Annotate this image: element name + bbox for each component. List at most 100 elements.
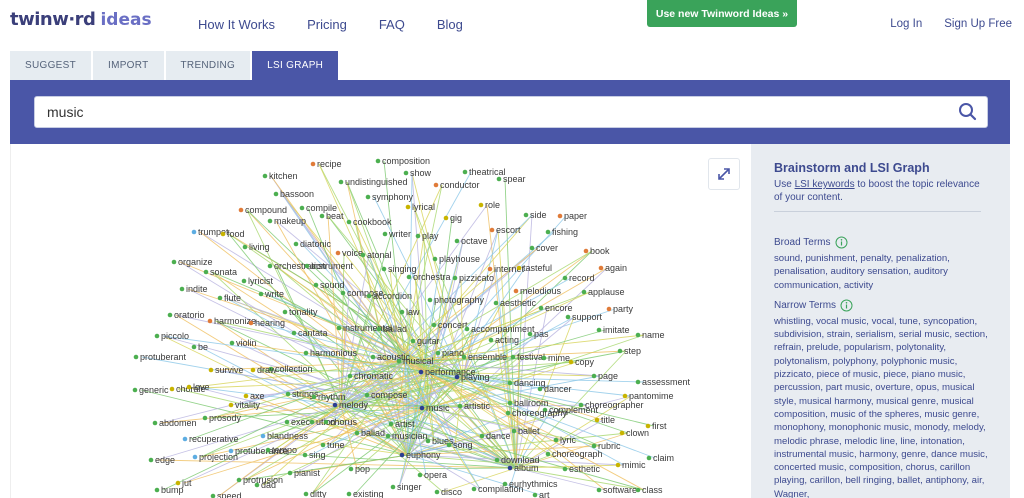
graph-node-label[interactable]: cover [536,243,558,253]
graph-canvas[interactable]: composition recipe show theatrical kitchen un… [11,144,751,498]
graph-node-dot[interactable] [496,176,502,182]
search-input[interactable] [34,96,988,128]
graph-node-label[interactable]: role [485,200,500,210]
graph-node-dot[interactable] [545,451,551,457]
graph-node-dot[interactable] [191,229,197,235]
graph-node-dot[interactable] [293,241,299,247]
graph-node-label[interactable]: melodious [520,286,562,296]
graph-node[interactable]: accompaniment [464,324,535,334]
graph-node[interactable]: side [523,210,547,220]
graph-node-dot[interactable] [303,350,309,356]
graph-node-dot[interactable] [553,437,559,443]
graph-node[interactable]: applause [581,287,625,297]
graph-node-dot[interactable] [258,291,264,297]
graph-node-dot[interactable] [284,419,290,425]
graph-node-dot[interactable] [366,293,372,299]
graph-node[interactable]: pop [348,464,370,474]
graph-node-label[interactable]: blandness [267,431,309,441]
graph-node-label[interactable]: love [193,382,210,392]
graph-node-label[interactable]: survive [215,365,244,375]
graph-node-dot[interactable] [338,179,344,185]
graph-node-dot[interactable] [229,340,235,346]
graph-node-label[interactable]: prosody [209,413,242,423]
graph-node-dot[interactable] [606,306,612,312]
graph-node-label[interactable]: bassoon [280,189,314,199]
graph-node-dot[interactable] [532,492,538,498]
graph-node-dot[interactable] [191,344,197,350]
graph-node-label[interactable]: euphony [406,450,441,460]
graph-node-dot[interactable] [287,470,293,476]
graph-node-label[interactable]: song [453,440,473,450]
graph-node-label[interactable]: dance [486,431,511,441]
graph-node[interactable]: draw [250,365,277,375]
graph-node[interactable]: copy [568,357,595,367]
graph-node-dot[interactable] [260,433,266,439]
graph-node[interactable]: sonata [203,267,237,277]
graph-node-label[interactable]: spear [503,174,526,184]
graph-node-label[interactable]: choreograph [552,449,603,459]
graph-node-dot[interactable] [348,466,354,472]
graph-node[interactable]: ditty [303,489,327,498]
graph-node[interactable]: singer [390,482,422,492]
info-icon[interactable] [835,236,848,249]
graph-node[interactable]: clown [619,428,649,438]
graph-node-label[interactable]: artist [395,419,415,429]
graph-node-label[interactable]: show [410,168,432,178]
graph-node-label[interactable]: cookbook [353,217,392,227]
graph-node[interactable]: be [191,342,208,352]
graph-node-dot[interactable] [346,491,352,497]
graph-node[interactable]: ensemble [461,352,507,362]
graph-node-label[interactable]: mimic [622,460,646,470]
graph-node-label[interactable]: be [198,342,208,352]
graph-node[interactable]: ballroom [507,398,549,408]
graph-node[interactable]: choreograph [545,449,603,459]
graph-node-label[interactable]: singer [397,482,422,492]
graph-node[interactable]: art [532,490,550,498]
graph-node-label[interactable]: album [514,463,539,473]
graph-node-dot[interactable] [435,350,441,356]
graph-node-dot[interactable] [192,454,198,460]
graph-node-dot[interactable] [364,392,370,398]
graph-node[interactable]: class [635,485,663,495]
graph-node[interactable]: tonality [282,307,318,317]
graph-node[interactable]: lyricist [241,276,274,286]
graph-node[interactable]: kitchen [262,171,298,181]
graph-node-label[interactable]: dad [261,480,276,490]
graph-node-label[interactable]: ditty [310,489,327,498]
graph-node-dot[interactable] [494,457,500,463]
graph-node-label[interactable]: piccolo [161,331,189,341]
graph-node-dot[interactable] [335,250,341,256]
graph-node-label[interactable]: festival [517,352,545,362]
graph-node-label[interactable]: encore [545,303,573,313]
graph-node-label[interactable]: art [539,490,550,498]
graph-node-label[interactable]: voice [342,248,363,258]
graph-node-label[interactable]: composition [382,156,430,166]
logo[interactable]: twinw·rd ideas [10,9,152,30]
graph-node[interactable]: cookbook [346,217,392,227]
graph-node-dot[interactable] [399,452,405,458]
graph-node-dot[interactable] [285,391,291,397]
graph-node-label[interactable]: tasteful [523,263,552,273]
graph-node-dot[interactable] [202,415,208,421]
graph-node-label[interactable]: organize [178,257,213,267]
graph-node-dot[interactable] [273,191,279,197]
graph-node-label[interactable]: writer [388,229,411,239]
graph-node[interactable]: octave [454,236,488,246]
graph-node-dot[interactable] [622,393,628,399]
graph-node[interactable]: violin [229,338,257,348]
graph-node[interactable]: singing [381,264,417,274]
graph-node[interactable]: flute [217,293,241,303]
graph-node-dot[interactable] [186,384,192,390]
graph-node-label[interactable]: violin [236,338,257,348]
graph-node-label[interactable]: guitar [417,336,440,346]
graph-node-dot[interactable] [282,309,288,315]
graph-node-dot[interactable] [291,330,297,336]
graph-node-dot[interactable] [376,326,382,332]
graph-node-dot[interactable] [241,278,247,284]
graph-node[interactable]: organize [171,257,213,267]
graph-node[interactable]: harmonious [303,348,358,358]
graph-node-dot[interactable] [454,374,460,380]
graph-node-label[interactable]: kitchen [269,171,298,181]
graph-node-label[interactable]: chromatic [354,371,394,381]
graph-node-dot[interactable] [388,421,394,427]
